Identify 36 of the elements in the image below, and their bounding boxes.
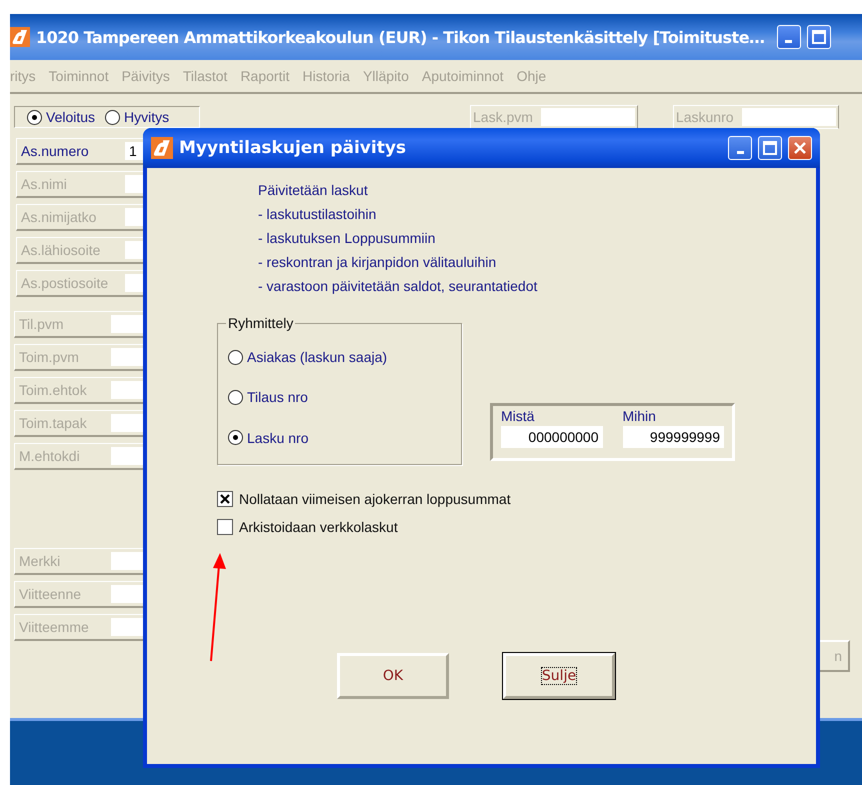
- field-label: Toim.pvm: [19, 349, 79, 365]
- message-line: - laskutustilastoihin: [258, 205, 378, 224]
- checkbox-option[interactable]: Nollataan viimeisen ajokerran loppusummat: [217, 491, 816, 507]
- radio-option[interactable]: Tilaus nro: [228, 389, 451, 406]
- input-field[interactable]: 999999999: [622, 426, 724, 448]
- field-label: As.nimi: [21, 176, 67, 192]
- field-label: Til.pvm: [19, 316, 64, 332]
- window-title: 1020 Tampereen Ammattikorkeakoulun (EUR) - Tikon Tilaustenkäsittely [Toimituste…: [36, 28, 765, 46]
- field-label: Laskunro: [676, 109, 735, 125]
- dialog-button[interactable]: Sulje: [503, 653, 615, 699]
- field-label: As.nimijatko: [21, 209, 96, 225]
- range-label: Mistä: [501, 408, 536, 424]
- message-line: - varastoon päivitetään saldot, seurantatiedot: [258, 277, 538, 296]
- message-line: - laskutuksen Loppusummiin: [258, 229, 436, 248]
- field-label: Viitteenne: [19, 586, 82, 602]
- radio-option[interactable]: Veloitus: [27, 109, 96, 125]
- radio-option[interactable]: Asiakas (laskun saaja): [228, 349, 451, 366]
- input-field[interactable]: 000000000: [501, 426, 602, 448]
- radio-option[interactable]: Lasku nro: [228, 430, 451, 446]
- range-label: Mihin: [622, 408, 657, 424]
- dialog-button[interactable]: OK: [337, 653, 449, 699]
- field-label: Merkki: [19, 553, 60, 569]
- field-label: As.numero: [21, 143, 89, 159]
- radio-option[interactable]: Hyvitys: [105, 109, 170, 125]
- field-label: Viitteemme: [19, 619, 89, 635]
- dialog-title: Myyntilaskujen päivitys: [179, 138, 408, 158]
- field-label: Toim.tapak: [19, 415, 87, 431]
- group-title: Ryhmittely: [227, 315, 294, 331]
- field-label: As.lähiosoite: [21, 242, 100, 258]
- field-label: Lask.pvm: [473, 109, 534, 125]
- checkbox-option[interactable]: Arkistoidaan verkkolaskut: [217, 519, 816, 535]
- field-label: Toim.ehtok: [19, 382, 87, 398]
- field-label: M.ehtokdi: [19, 448, 80, 464]
- message-line: Päivitetään laskut: [258, 181, 369, 200]
- message-line: - reskontran ja kirjanpidon välitauluihin: [258, 253, 498, 272]
- field-label: As.postiosoite: [21, 275, 108, 291]
